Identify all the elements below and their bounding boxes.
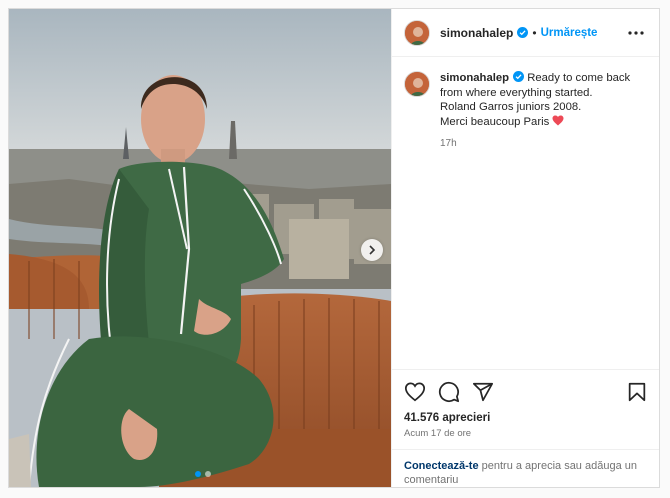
login-prompt: Conectează-te pentru a aprecia sau adăug… xyxy=(392,449,659,487)
post-timestamp[interactable]: Acum 17 de ore xyxy=(392,424,659,439)
post-header: simonahalep • Urmărește xyxy=(392,9,659,57)
carousel-dot xyxy=(195,471,201,477)
more-options-icon xyxy=(628,30,644,35)
carousel-next-button[interactable] xyxy=(361,239,383,261)
avatar[interactable] xyxy=(404,19,430,46)
username[interactable]: simonahalep xyxy=(440,26,513,40)
comment-icon xyxy=(438,381,460,403)
action-bar: 41.576 aprecieri Acum 17 de ore xyxy=(392,369,659,439)
post-sidebar: simonahalep • Urmărește simonahalep Read… xyxy=(391,9,659,487)
caption-username[interactable]: simonahalep xyxy=(440,72,509,84)
caption-avatar[interactable] xyxy=(404,71,430,97)
share-button[interactable] xyxy=(472,381,494,403)
caption-timestamp: 17h xyxy=(440,138,457,149)
verified-badge-icon xyxy=(513,71,525,82)
verified-badge-icon xyxy=(517,27,529,38)
heart-icon xyxy=(404,382,426,402)
bookmark-icon xyxy=(628,382,646,402)
separator: • xyxy=(532,25,537,40)
post-caption: simonahalep Ready to come back from wher… xyxy=(392,57,659,152)
carousel-indicator xyxy=(195,471,211,477)
follow-button[interactable]: Urmărește xyxy=(541,27,598,39)
save-button[interactable] xyxy=(626,381,648,403)
caption-line: Roland Garros juniors 2008. xyxy=(440,101,582,113)
caption-line: Merci beaucoup Paris xyxy=(440,115,550,128)
login-link[interactable]: Conectează-te xyxy=(404,460,479,472)
chevron-right-icon xyxy=(369,245,376,255)
red-heart-emoji-icon xyxy=(552,115,564,125)
share-icon xyxy=(472,382,494,402)
post-image xyxy=(9,9,391,487)
comment-button[interactable] xyxy=(438,381,460,403)
like-count[interactable]: 41.576 aprecieri xyxy=(392,406,659,424)
post-photo[interactable] xyxy=(9,9,391,487)
more-options-button[interactable] xyxy=(624,21,648,45)
instagram-post: simonahalep • Urmărește simonahalep Read… xyxy=(8,8,660,488)
carousel-dot xyxy=(205,471,211,477)
like-button[interactable] xyxy=(404,381,426,403)
